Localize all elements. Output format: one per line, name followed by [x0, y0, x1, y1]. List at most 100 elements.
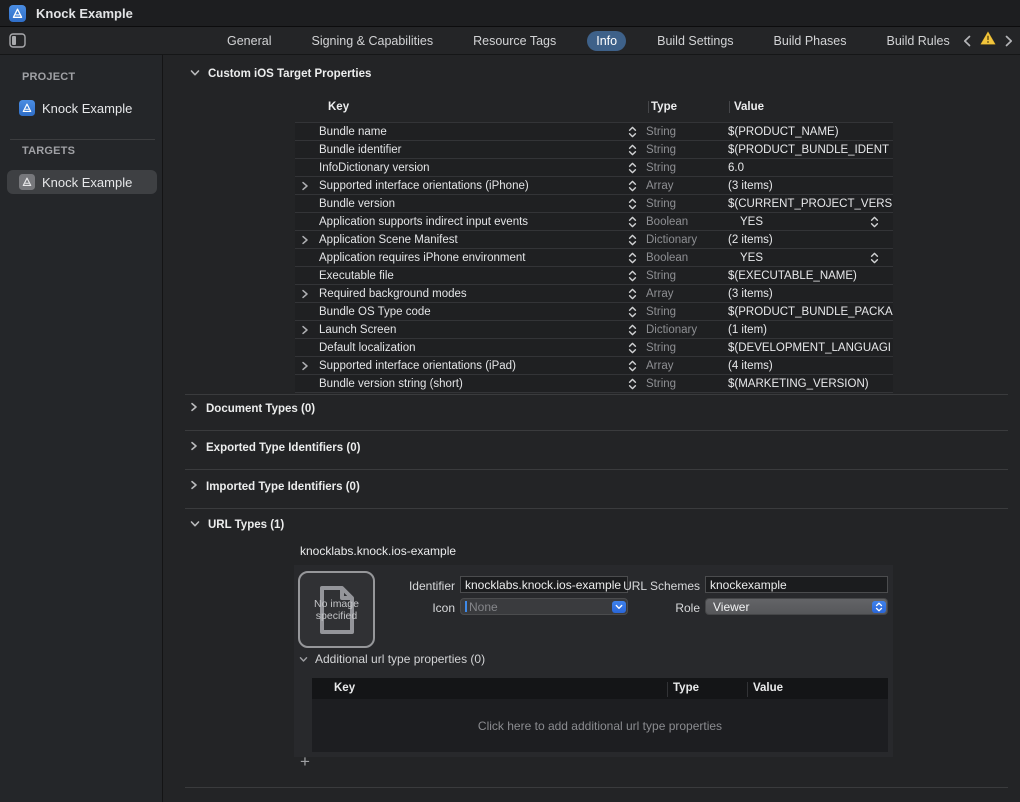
stepper-icon[interactable] [870, 216, 879, 230]
chevron-right-icon[interactable] [301, 325, 315, 335]
section-imported-type-identifiers[interactable]: Imported Type Identifiers (0) [190, 480, 360, 493]
type-cell[interactable]: Boolean [640, 216, 722, 228]
type-cell[interactable]: String [640, 342, 722, 354]
key-cell[interactable]: Bundle OS Type code [295, 303, 640, 320]
table-row[interactable]: Supported interface orientations (iPhone… [295, 177, 893, 195]
stepper-icon[interactable] [628, 360, 637, 375]
type-cell[interactable]: String [640, 306, 722, 318]
tab-general[interactable]: General [218, 31, 280, 51]
value-cell[interactable]: $(CURRENT_PROJECT_VERS [722, 195, 893, 212]
role-popup[interactable]: Viewer [705, 598, 888, 615]
sidebar-toggle-icon[interactable] [9, 33, 26, 48]
value-cell[interactable]: (3 items) [722, 285, 893, 302]
chevron-right-icon[interactable] [301, 289, 315, 299]
type-cell[interactable]: Dictionary [640, 324, 722, 336]
key-cell[interactable]: Supported interface orientations (iPad) [295, 357, 640, 374]
key-cell[interactable]: Bundle name [295, 123, 640, 140]
type-cell[interactable]: Array [640, 288, 722, 300]
table-row[interactable]: Supported interface orientations (iPad)A… [295, 357, 893, 375]
chevron-right-icon[interactable] [301, 361, 315, 371]
tab-signing-capabilities[interactable]: Signing & Capabilities [302, 31, 442, 51]
tab-resource-tags[interactable]: Resource Tags [464, 31, 565, 51]
add-url-type-button[interactable]: + [296, 753, 314, 771]
section-exported-type-identifiers[interactable]: Exported Type Identifiers (0) [190, 441, 360, 454]
stepper-icon[interactable] [628, 144, 637, 159]
type-cell[interactable]: String [640, 198, 722, 210]
type-cell[interactable]: String [640, 144, 722, 156]
stepper-icon[interactable] [628, 324, 637, 339]
table-row[interactable]: Application supports indirect input even… [295, 213, 893, 231]
table-row[interactable]: Launch ScreenDictionary(1 item) [295, 321, 893, 339]
table-row[interactable]: Required background modesArray(3 items) [295, 285, 893, 303]
stepper-icon[interactable] [628, 270, 637, 285]
key-cell[interactable]: Application supports indirect input even… [295, 213, 640, 230]
type-cell[interactable]: Boolean [640, 252, 722, 264]
type-cell[interactable]: String [640, 162, 722, 174]
type-cell[interactable]: Array [640, 180, 722, 192]
popup-stepper-button[interactable] [872, 601, 886, 614]
stepper-icon[interactable] [628, 126, 637, 141]
sidebar-item-target[interactable]: Knock Example [7, 170, 157, 194]
type-cell[interactable]: String [640, 126, 722, 138]
tab-build-settings[interactable]: Build Settings [648, 31, 742, 51]
key-cell[interactable]: Default localization [295, 339, 640, 356]
warning-icon[interactable] [980, 31, 996, 50]
type-cell[interactable]: String [640, 270, 722, 282]
sidebar-item-project[interactable]: Knock Example [7, 96, 157, 120]
table-row[interactable]: InfoDictionary versionString6.0 [295, 159, 893, 177]
value-cell[interactable]: $(DEVELOPMENT_LANGUAGI [722, 339, 893, 356]
key-cell[interactable]: Application Scene Manifest [295, 231, 640, 248]
value-cell[interactable]: $(EXECUTABLE_NAME) [722, 267, 893, 284]
key-cell[interactable]: Executable file [295, 267, 640, 284]
tab-build-rules[interactable]: Build Rules [878, 31, 959, 51]
table-row[interactable]: Default localizationString$(DEVELOPMENT_… [295, 339, 893, 357]
stepper-icon[interactable] [628, 288, 637, 303]
value-cell[interactable]: (3 items) [722, 177, 893, 194]
key-cell[interactable]: InfoDictionary version [295, 159, 640, 176]
key-cell[interactable]: Bundle version string (short) [295, 375, 640, 392]
stepper-icon[interactable] [628, 180, 637, 195]
key-cell[interactable]: Bundle version [295, 195, 640, 212]
stepper-icon[interactable] [628, 306, 637, 321]
url-schemes-field[interactable]: knockexample [705, 576, 888, 593]
table-row[interactable]: Bundle version string (short)String$(MAR… [295, 375, 893, 393]
value-cell[interactable]: (4 items) [722, 357, 893, 374]
section-additional-url-type-properties[interactable]: Additional url type properties (0) [299, 652, 485, 666]
value-cell[interactable]: YES [722, 249, 893, 266]
type-cell[interactable]: String [640, 378, 722, 390]
value-cell[interactable]: YES [722, 213, 893, 230]
value-cell[interactable]: $(MARKETING_VERSION) [722, 375, 893, 392]
value-cell[interactable]: $(PRODUCT_BUNDLE_IDENT [722, 141, 893, 158]
value-cell[interactable]: $(PRODUCT_BUNDLE_PACKA [722, 303, 893, 320]
table-row[interactable]: Bundle versionString$(CURRENT_PROJECT_VE… [295, 195, 893, 213]
tab-build-phases[interactable]: Build Phases [765, 31, 856, 51]
value-cell[interactable]: $(PRODUCT_NAME) [722, 123, 893, 140]
stepper-icon[interactable] [870, 252, 879, 266]
table-row[interactable]: Application requires iPhone environmentB… [295, 249, 893, 267]
forward-chevron-icon[interactable] [1005, 35, 1013, 47]
add-url-properties-row[interactable]: Click here to add additional url type pr… [312, 699, 888, 752]
chevron-right-icon[interactable] [301, 181, 315, 191]
stepper-icon[interactable] [628, 378, 637, 393]
back-chevron-icon[interactable] [963, 35, 971, 47]
value-cell[interactable]: (1 item) [722, 321, 893, 338]
chevron-right-icon[interactable] [301, 235, 315, 245]
section-custom-ios-target-properties[interactable]: Custom iOS Target Properties [190, 68, 371, 80]
stepper-icon[interactable] [628, 234, 637, 249]
key-cell[interactable]: Required background modes [295, 285, 640, 302]
key-cell[interactable]: Supported interface orientations (iPhone… [295, 177, 640, 194]
section-document-types[interactable]: Document Types (0) [190, 402, 315, 415]
stepper-icon[interactable] [628, 162, 637, 177]
table-row[interactable]: Executable fileString$(EXECUTABLE_NAME) [295, 267, 893, 285]
table-row[interactable]: Bundle identifierString$(PRODUCT_BUNDLE_… [295, 141, 893, 159]
stepper-icon[interactable] [628, 252, 637, 267]
key-cell[interactable]: Bundle identifier [295, 141, 640, 158]
value-cell[interactable]: (2 items) [722, 231, 893, 248]
stepper-icon[interactable] [628, 342, 637, 357]
table-row[interactable]: Bundle nameString$(PRODUCT_NAME) [295, 123, 893, 141]
section-url-types[interactable]: URL Types (1) [190, 519, 284, 531]
table-row[interactable]: Bundle OS Type codeString$(PRODUCT_BUNDL… [295, 303, 893, 321]
key-cell[interactable]: Application requires iPhone environment [295, 249, 640, 266]
type-cell[interactable]: Array [640, 360, 722, 372]
key-cell[interactable]: Launch Screen [295, 321, 640, 338]
